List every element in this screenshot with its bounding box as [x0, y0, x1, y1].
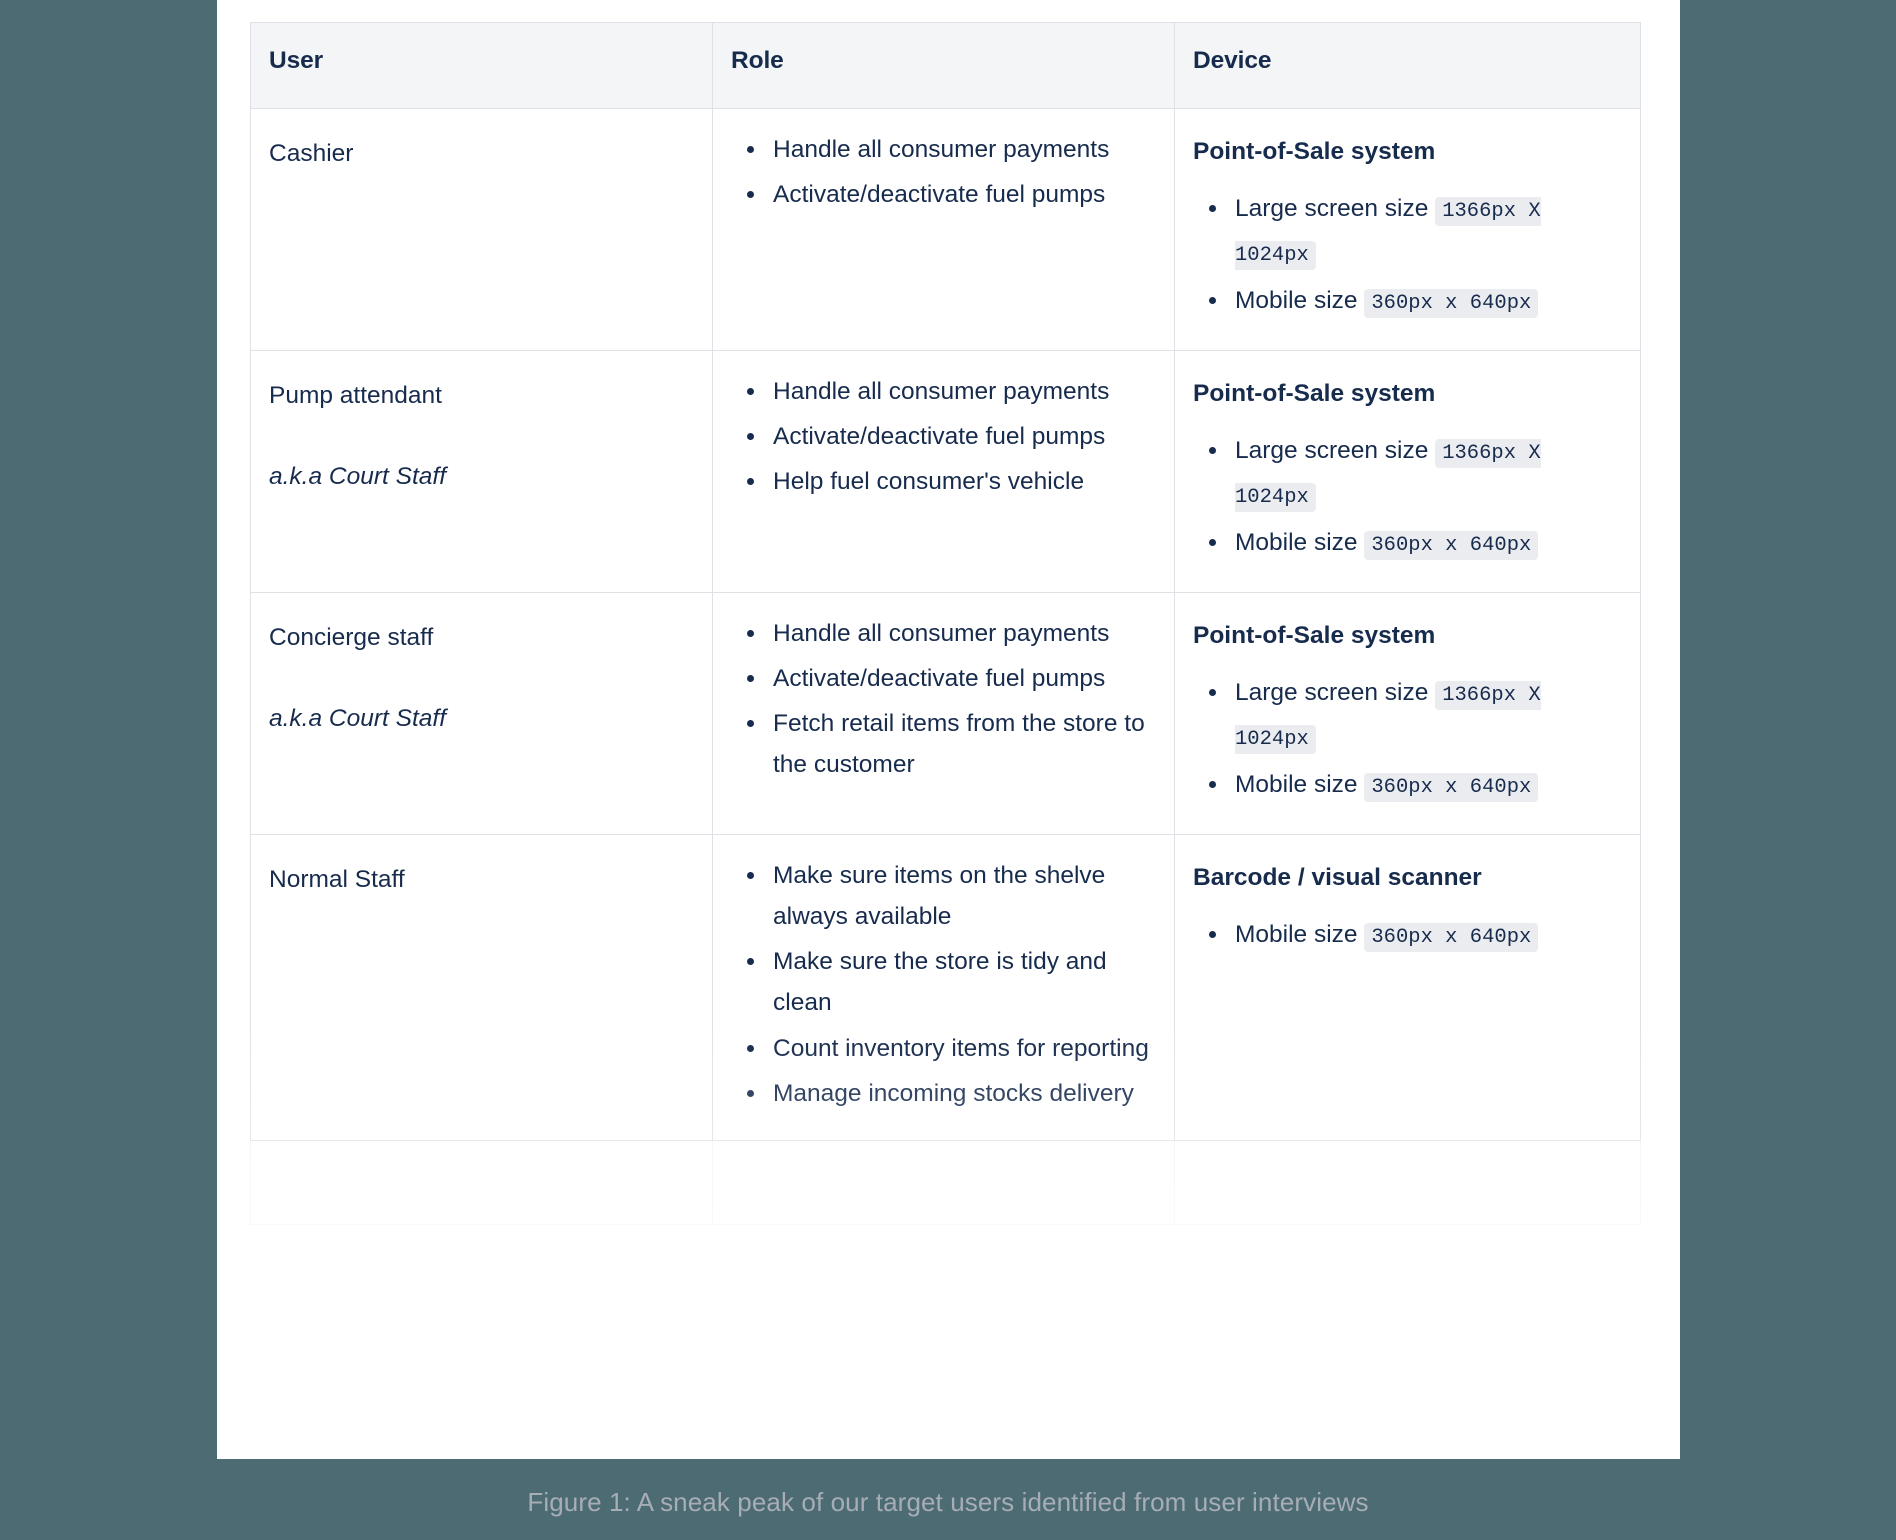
role-list: Make sure items on the shelve always ava…	[731, 855, 1156, 1114]
role-list-item: Handle all consumer payments	[747, 129, 1156, 170]
role-list: Handle all consumer payments Activate/dea…	[731, 129, 1156, 215]
device-spec-label: Mobile size	[1235, 770, 1358, 798]
device-spec-label: Mobile size	[1235, 287, 1358, 315]
cell-role: Make sure items on the shelve always ava…	[712, 833, 1175, 1141]
device-spec-label: Mobile size	[1235, 921, 1358, 949]
device-spec-value: 360px x 640px	[1364, 289, 1539, 319]
role-list-item: Make sure items on the shelve always ava…	[747, 855, 1156, 937]
cell-user: Cashier	[250, 108, 713, 351]
user-alias: a.k.a Court Staff	[269, 463, 447, 491]
role-list-item: Handle all consumer payments	[747, 613, 1156, 654]
device-spec-list: Large screen size 1366px X 1024px Mobile …	[1193, 430, 1622, 566]
target-users-table: User Role Device Cashier Handle all consu…	[250, 22, 1641, 1226]
cell-user: Concierge staff a.k.a Court Staff	[250, 591, 713, 835]
role-list-item: Make sure the store is tidy and clean	[747, 941, 1156, 1023]
table-body: Cashier Handle all consumer payments Activ…	[250, 108, 1641, 1226]
role-list-item: Handle all consumer payments	[747, 371, 1156, 412]
user-name: Normal Staff	[269, 865, 405, 893]
role-list-item: Manage incoming stocks delivery	[747, 1073, 1156, 1114]
role-list-item: Activate/deactivate fuel pumps	[747, 658, 1156, 699]
role-list-item: Fetch retail items from the store to the…	[747, 703, 1156, 785]
user-name: Cashier	[269, 140, 354, 167]
column-header-user: User	[250, 22, 713, 109]
user-name: Concierge staff	[269, 623, 434, 651]
cell-user: Pump attendant a.k.a Court Staff	[250, 349, 713, 593]
role-list: Handle all consumer payments Activate/dea…	[731, 371, 1156, 502]
role-list-item: Help fuel consumer's vehicle	[747, 461, 1156, 502]
column-header-device: Device	[1174, 22, 1641, 109]
device-spec-list: Large screen size 1366px X 1024px Mobile …	[1193, 188, 1622, 324]
cell-device: Point-of-Sale system Large screen size 13…	[1174, 349, 1641, 593]
device-title: Point-of-Sale system	[1193, 621, 1436, 649]
device-spec-item: Mobile size 360px x 640px	[1209, 914, 1622, 958]
cell-role: Handle all consumer payments Activate/dea…	[712, 591, 1175, 835]
figure-caption: Figure 1: A sneak peak of our target use…	[527, 1487, 1369, 1517]
device-spec-item: Large screen size 1366px X 1024px	[1209, 430, 1622, 518]
cell-user: Normal Staff	[250, 833, 713, 1141]
table-container: User Role Device Cashier Handle all consu…	[250, 22, 1641, 1226]
role-list-item: Activate/deactivate fuel pumps	[747, 416, 1156, 457]
device-spec-value: 360px x 640px	[1364, 531, 1539, 560]
table-row: Normal Staff Make sure items on the shelv…	[250, 833, 1641, 1141]
device-spec-label: Large screen size	[1235, 195, 1429, 223]
device-spec-item: Mobile size 360px x 640px	[1209, 522, 1622, 566]
role-list-item: Count inventory items for reporting	[747, 1028, 1156, 1069]
device-spec-list: Mobile size 360px x 640px	[1193, 914, 1622, 958]
cell-device: Barcode / visual scanner Mobile size 360p…	[1174, 833, 1641, 1141]
cell-clipped	[250, 1139, 713, 1226]
user-alias: a.k.a Court Staff	[269, 705, 447, 733]
table-row-clipped	[250, 1139, 1641, 1226]
device-title: Point-of-Sale system	[1193, 379, 1436, 407]
device-title: Barcode / visual scanner	[1193, 863, 1482, 891]
table-row: Concierge staff a.k.a Court Staff Handle a…	[250, 591, 1641, 835]
table-header: User Role Device	[250, 22, 1641, 109]
device-spec-item: Large screen size 1366px X 1024px	[1209, 188, 1622, 276]
cell-clipped	[712, 1139, 1175, 1226]
device-spec-item: Mobile size 360px x 640px	[1209, 280, 1622, 324]
cell-role: Handle all consumer payments Activate/dea…	[712, 349, 1175, 593]
document-card: User Role Device Cashier Handle all consu…	[217, 0, 1680, 1459]
user-name: Pump attendant	[269, 381, 442, 409]
role-list: Handle all consumer payments Activate/dea…	[731, 613, 1156, 786]
column-header-role: Role	[712, 22, 1175, 109]
device-spec-list: Large screen size 1366px X 1024px Mobile …	[1193, 672, 1622, 808]
device-spec-label: Mobile size	[1235, 529, 1358, 556]
device-spec-item: Mobile size 360px x 640px	[1209, 764, 1622, 808]
table-header-row: User Role Device	[250, 22, 1641, 109]
cell-device: Point-of-Sale system Large screen size 13…	[1174, 108, 1641, 351]
role-list-item: Activate/deactivate fuel pumps	[747, 174, 1156, 215]
device-spec-label: Large screen size	[1235, 437, 1429, 465]
device-spec-item: Large screen size 1366px X 1024px	[1209, 672, 1622, 760]
device-spec-value: 360px x 640px	[1364, 772, 1539, 802]
cell-device: Point-of-Sale system Large screen size 13…	[1174, 591, 1641, 835]
device-spec-label: Large screen size	[1235, 679, 1429, 707]
cell-clipped	[1174, 1139, 1641, 1226]
device-spec-value: 360px x 640px	[1364, 923, 1539, 953]
table-row: Cashier Handle all consumer payments Activ…	[250, 108, 1641, 351]
cell-role: Handle all consumer payments Activate/dea…	[712, 108, 1175, 351]
device-title: Point-of-Sale system	[1193, 138, 1436, 165]
table-row: Pump attendant a.k.a Court Staff Handle al…	[250, 349, 1641, 593]
